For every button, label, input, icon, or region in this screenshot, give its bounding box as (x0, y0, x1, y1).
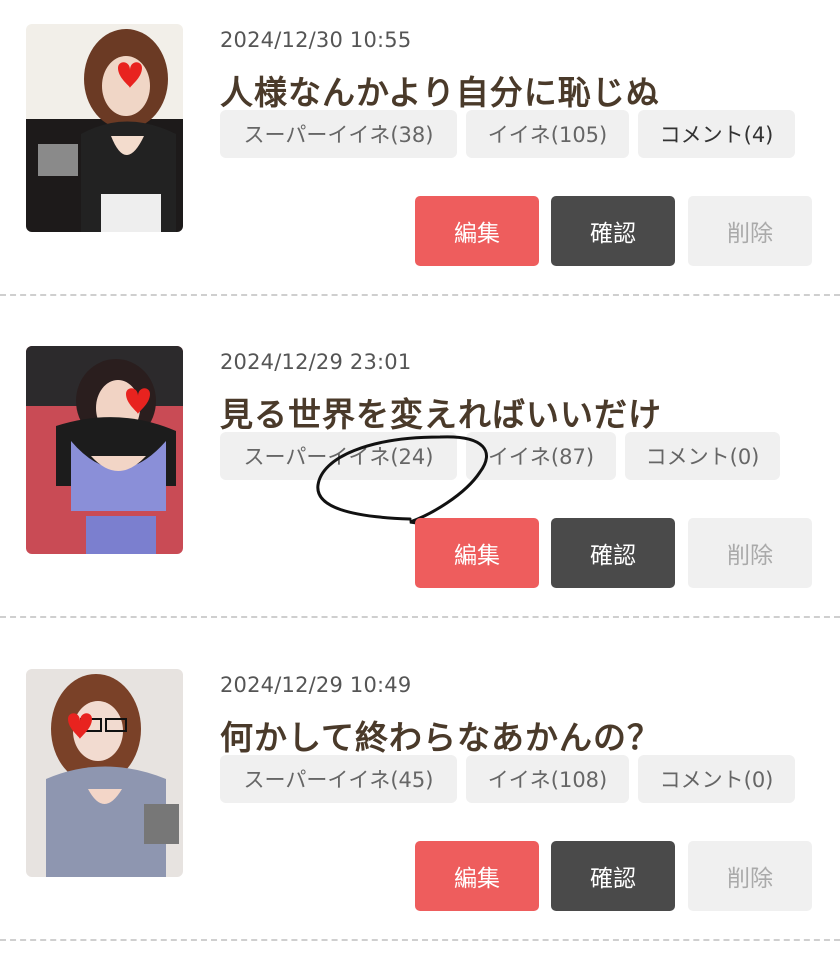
confirm-button[interactable]: 確認 (551, 841, 675, 911)
post-date: 2024/12/30 10:55 (220, 28, 412, 52)
post-title[interactable]: 何かして終わらなあかんの？ (220, 711, 661, 759)
divider (0, 939, 840, 941)
comment-count[interactable]: コメント(0) (638, 755, 795, 803)
delete-button[interactable]: 削除 (688, 518, 812, 588)
comment-count[interactable]: コメント(4) (638, 110, 795, 158)
edit-button[interactable]: 編集 (415, 196, 539, 266)
edit-button[interactable]: 編集 (415, 841, 539, 911)
delete-button[interactable]: 削除 (688, 196, 812, 266)
edit-button[interactable]: 編集 (415, 518, 539, 588)
post-item: 2024/12/29 10:49 何かして終わらなあかんの？ スーパーイイネ(4… (0, 645, 840, 967)
delete-button[interactable]: 削除 (688, 841, 812, 911)
post-thumbnail[interactable] (26, 346, 183, 554)
post-thumbnail[interactable] (26, 24, 183, 232)
like-count[interactable]: イイネ(108) (466, 755, 629, 803)
post-title[interactable]: 人様なんかより自分に恥じぬ (220, 66, 660, 114)
confirm-button[interactable]: 確認 (551, 518, 675, 588)
confirm-button[interactable]: 確認 (551, 196, 675, 266)
divider (0, 616, 840, 618)
super-like-count[interactable]: スーパーイイネ(38) (220, 110, 457, 158)
post-date: 2024/12/29 23:01 (220, 350, 412, 374)
post-thumbnail[interactable] (26, 669, 183, 877)
super-like-count[interactable]: スーパーイイネ(45) (220, 755, 457, 803)
post-date: 2024/12/29 10:49 (220, 673, 412, 697)
comment-count[interactable]: コメント(0) (625, 432, 780, 480)
divider (0, 294, 840, 296)
post-item: 2024/12/29 23:01 見る世界を変えればいいだけ スーパーイイネ(2… (0, 322, 840, 644)
post-item: 2024/12/30 10:55 人様なんかより自分に恥じぬ スーパーイイネ(3… (0, 0, 840, 322)
like-count[interactable]: イイネ(105) (466, 110, 629, 158)
